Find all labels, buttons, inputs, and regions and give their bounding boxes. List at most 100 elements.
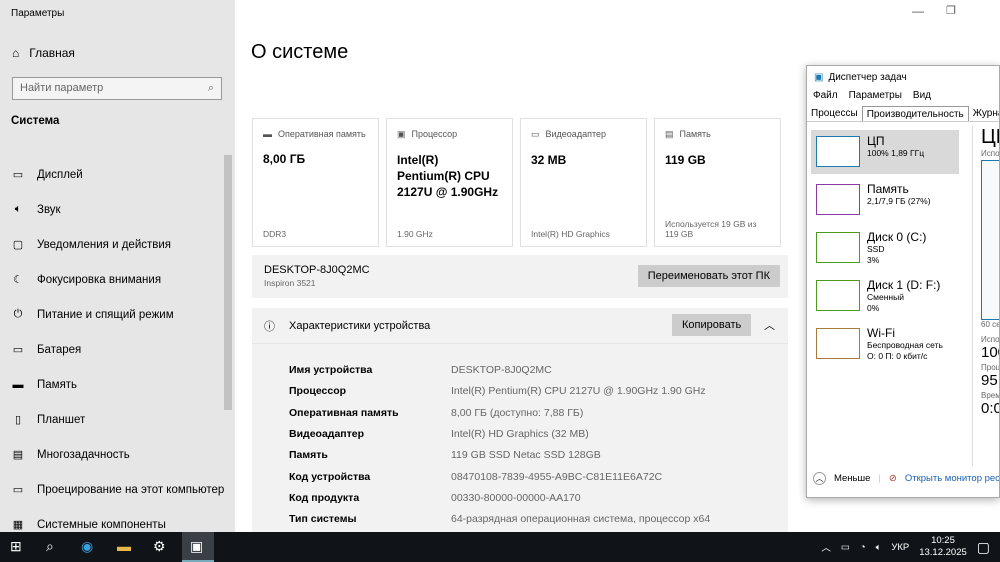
sound-icon: 🔈︎ <box>14 203 22 215</box>
file-explorer-icon[interactable]: ▬ <box>117 538 131 554</box>
tablet-icon: ▯ <box>14 414 22 426</box>
spec-value[interactable]: 00330-80000-00000-AA170 <box>451 492 581 504</box>
resource-detail: 0% <box>867 303 880 313</box>
card-value: 119 GB <box>665 153 706 167</box>
tab[interactable]: Журнал пр <box>969 106 999 121</box>
spec-value[interactable]: 08470108-7839-4955-A9BC-C81E11E6A72C <box>451 471 662 483</box>
chevron-up-icon[interactable]: ︿ <box>764 317 775 333</box>
search-input[interactable]: Найти параметр ⌕ <box>12 77 222 100</box>
sidebar-scrollbar[interactable] <box>224 155 232 410</box>
fewer-details-button[interactable]: Меньше <box>834 473 870 484</box>
util-value: 100 <box>981 344 999 361</box>
copy-button[interactable]: Копировать <box>672 314 752 336</box>
show-hidden-icons[interactable]: ︿ <box>821 540 831 554</box>
nav-home[interactable]: ⌂ Главная <box>12 46 75 60</box>
resource-graph-thumb <box>816 136 860 167</box>
storage-icon: ▬ <box>12 378 24 391</box>
tab[interactable]: Процессы <box>807 106 862 121</box>
resource-graph-thumb <box>816 232 860 263</box>
search-placeholder: Найти параметр <box>20 82 104 94</box>
card-subtext: 1.90 GHz <box>397 229 433 239</box>
resource-detail: 2,1/7,9 ГБ (27%) <box>867 196 931 206</box>
nav-item[interactable]: ▤ Многозадачность <box>11 437 226 472</box>
tab[interactable]: Производительность <box>861 106 969 121</box>
rename-pc-button[interactable]: Переименовать этот ПК <box>637 265 780 287</box>
card-label: Процессор <box>411 129 458 139</box>
cpu-icon: ▣ <box>397 129 406 139</box>
processes-label: Проц <box>981 363 1000 372</box>
menu-item[interactable]: Вид <box>913 90 931 101</box>
nav-item[interactable]: ▭ Батарея <box>11 332 226 367</box>
summary-card: ▤ Память 119 GB Используется 19 GB из 119 G… <box>654 118 781 247</box>
spec-value[interactable]: Intel(R) HD Graphics (32 MB) <box>451 428 589 440</box>
settings-icon[interactable]: ⚙ <box>153 538 166 555</box>
uptime-value: 0:0 <box>981 400 1000 417</box>
nav-item[interactable]: ▭ Дисплей <box>11 157 226 192</box>
resource-detail: О: 0 П: 0 кбит/с <box>867 351 928 361</box>
menu-item[interactable]: Файл <box>813 90 838 101</box>
resource-item[interactable]: ЦП 100% 1,89 ГГц <box>811 130 959 174</box>
spec-value[interactable]: 64-разрядная операционная система, проце… <box>451 513 710 525</box>
nav-item[interactable]: ⏻ Питание и спящий режим <box>11 297 226 332</box>
resource-item[interactable]: Wi-Fi Беспроводная сеть О: 0 П: 0 кбит/с <box>811 322 959 366</box>
spec-value[interactable]: Intel(R) Pentium(R) CPU 2127U @ 1.90GHz … <box>451 385 706 397</box>
focus-assist-icon: ☾ <box>13 274 23 286</box>
power-icon: ⏻ <box>13 308 23 320</box>
spec-key: Код продукта <box>289 491 360 504</box>
nav-item[interactable]: ☾ Фокусировка внимания <box>11 262 226 297</box>
battery-icon[interactable]: ▭ <box>841 542 850 553</box>
spec-key: Оперативная память <box>289 406 399 419</box>
nav-item[interactable]: ▢ Уведомления и действия <box>11 227 226 262</box>
multitasking-icon: ▤ <box>12 449 24 461</box>
spec-value[interactable]: 119 GB SSD Netac SSD 128GB <box>451 449 601 461</box>
taskbar: ⊞ ⌕ ◉ ▬ ⚙ ▣ ︿ ▭ ◔ 🔈︎ УКР 10:25 13.12.2025… <box>0 532 1000 562</box>
task-manager-taskbar-icon[interactable]: ▣ <box>182 532 214 562</box>
nav-item[interactable]: 🔈︎ Звук <box>11 192 226 227</box>
chevron-up-icon[interactable]: ︿ <box>813 472 826 485</box>
resource-item[interactable]: Диск 1 (D: F:) Сменный 0% <box>811 274 959 318</box>
wifi-icon[interactable]: ◔ <box>860 542 866 553</box>
usage-label: Испо <box>981 149 1000 158</box>
summary-card: ▭ Видеоадаптер 32 MB Intel(R) HD Graphics <box>520 118 647 247</box>
resource-graph-thumb <box>816 280 860 311</box>
specs-title: Характеристики устройства <box>289 319 431 332</box>
nav-item-label: Уведомления и действия <box>37 238 172 251</box>
resource-detail: Беспроводная сеть <box>867 340 943 350</box>
nav-item-label: Планшет <box>37 413 86 426</box>
components-icon: ▦ <box>12 519 24 531</box>
nav-item-label: Дисплей <box>37 168 83 181</box>
menu-item[interactable]: Параметры <box>849 90 902 101</box>
clock[interactable]: 10:25 13.12.2025 <box>919 535 967 559</box>
spec-value[interactable]: 8,00 ГБ (доступно: 7,88 ГБ) <box>451 407 583 419</box>
spec-row: Процессор Intel(R) Pentium(R) CPU 2127U @… <box>289 385 706 397</box>
resource-item[interactable]: Память 2,1/7,9 ГБ (27%) <box>811 178 959 222</box>
nav-item-label: Память <box>37 378 78 391</box>
card-value: Intel(R) Pentium(R) CPU 2127U @ 1.90GHz <box>397 153 499 199</box>
task-manager-window: ▣ Диспетчер задач Файл Параметры Вид Процес… <box>806 65 1000 498</box>
search-icon[interactable]: ⌕ <box>46 538 54 555</box>
language-indicator[interactable]: УКР <box>891 542 909 553</box>
resource-name: ЦП <box>867 134 885 148</box>
card-subtext: Intel(R) HD Graphics <box>531 229 610 239</box>
nav-item[interactable]: ▬ Память <box>11 367 226 402</box>
task-manager-icon: ▣ <box>814 72 824 83</box>
gpu-icon: ▭ <box>531 129 540 139</box>
device-specs: ⓘ Характеристики устройства Копировать ︿ … <box>252 308 788 532</box>
nav-item[interactable]: ▭ Проецирование на этот компьютер <box>11 472 226 507</box>
nav-item[interactable]: ▯ Планшет <box>11 402 226 437</box>
volume-icon[interactable]: 🔈︎ <box>876 542 882 553</box>
action-center-icon[interactable]: ▢ <box>977 539 990 556</box>
spec-value[interactable]: DESKTOP-8J0Q2MC <box>451 364 552 376</box>
edge-icon[interactable]: ◉ <box>81 538 93 555</box>
open-resource-monitor-link[interactable]: Открыть монитор ресурсов <box>905 473 999 484</box>
resource-item[interactable]: Диск 0 (C:) SSD 3% <box>811 226 959 270</box>
start-icon[interactable]: ⊞ <box>10 538 22 555</box>
spec-key: Код устройства <box>289 470 371 483</box>
minimize-button[interactable]: — <box>912 4 924 18</box>
spec-row: Имя устройства DESKTOP-8J0Q2MC <box>289 364 552 376</box>
maximize-button[interactable]: ❐ <box>946 4 956 17</box>
resource-name: Диск 0 (C:) <box>867 230 927 244</box>
util-label: Испо <box>981 335 1000 344</box>
display-icon: ▭ <box>12 169 24 181</box>
resource-detail: 100% 1,89 ГГц <box>867 148 925 158</box>
